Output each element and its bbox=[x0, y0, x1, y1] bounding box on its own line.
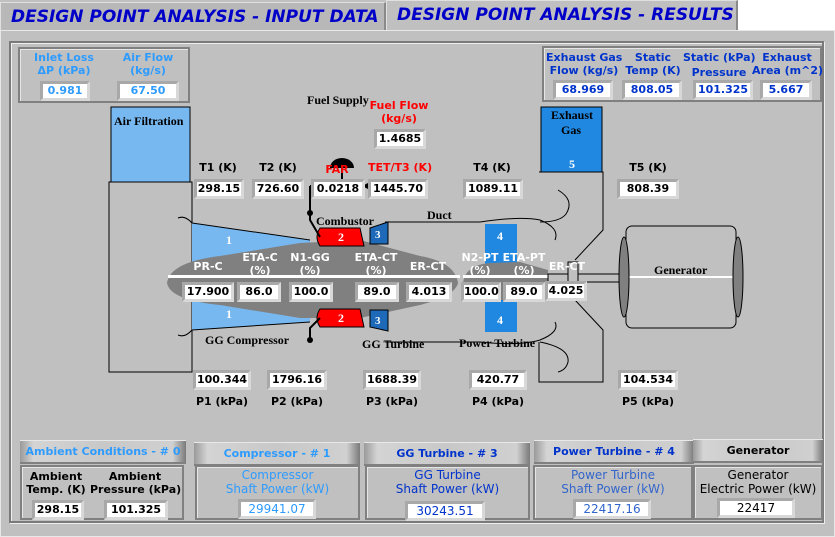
etapt-value: 89.0 bbox=[503, 282, 545, 302]
ambient-conditions-button[interactable]: Ambient Conditions - # 0 bbox=[20, 440, 186, 464]
power-turbine-power-value: 22417.16 bbox=[573, 499, 651, 519]
station-1-upper: 1 bbox=[226, 233, 232, 247]
generator-button[interactable]: Generator bbox=[693, 439, 823, 463]
far-label: FAR bbox=[325, 163, 349, 176]
station-2-lower: 2 bbox=[338, 311, 344, 325]
far-value: 0.0218 bbox=[311, 179, 365, 199]
t1-label: T1 (K) bbox=[199, 161, 237, 174]
etact-label: ETA-CT (%) bbox=[354, 251, 398, 277]
combustor-label: Combustor bbox=[316, 214, 375, 228]
exhaust-gas-label-1: Exhaust bbox=[551, 108, 593, 122]
station-5: 5 bbox=[569, 157, 575, 171]
gg-turbine-label: GG Turbine bbox=[362, 337, 425, 351]
p5-value: 104.534 bbox=[618, 370, 678, 390]
fuel-supply-label: Fuel Supply bbox=[307, 93, 369, 107]
ambient-temp-label: Ambient Temp. (K) bbox=[26, 470, 86, 496]
etac-value: 86.0 bbox=[237, 282, 281, 302]
p5-label: P5 (kPa) bbox=[621, 395, 675, 408]
station-3-lower: 3 bbox=[375, 315, 381, 327]
generator-label: Generator bbox=[654, 263, 708, 277]
exhaust-gas-label-2: Gas bbox=[561, 123, 581, 137]
generator-end-right bbox=[732, 236, 744, 318]
fuel-flow-value: 1.4685 bbox=[374, 129, 426, 149]
power-turbine-button[interactable]: Power Turbine - # 4 bbox=[534, 440, 694, 464]
etac-label: ETA-C (%) bbox=[242, 251, 278, 277]
station-3-upper: 3 bbox=[375, 229, 381, 241]
erpt-label: ER-CT bbox=[548, 260, 586, 273]
air-filtration-label: Air Filtration bbox=[114, 114, 184, 128]
t5-value: 808.39 bbox=[617, 179, 679, 199]
generator-power-label: Generator Electric Power (kW) bbox=[699, 468, 817, 496]
n2-label: N2-PT (%) bbox=[461, 251, 499, 277]
compressor-button[interactable]: Compressor - # 1 bbox=[194, 442, 360, 466]
compressor-power-value: 29941.07 bbox=[238, 499, 316, 519]
fuel-node-upper bbox=[307, 210, 313, 216]
fuel-flow-label: Fuel Flow (kg/s) bbox=[369, 99, 429, 125]
t5-label: T5 (K) bbox=[629, 161, 667, 174]
n1-value: 100.0 bbox=[289, 282, 333, 302]
erpt-value: 4.025 bbox=[545, 281, 587, 301]
duct-outline bbox=[385, 217, 557, 241]
p3-value: 1688.39 bbox=[363, 370, 421, 390]
exhaust-curve bbox=[539, 189, 570, 223]
station-4-lower: 4 bbox=[497, 313, 503, 327]
p1-label: P1 (kPa) bbox=[195, 395, 249, 408]
t2-label: T2 (K) bbox=[259, 161, 297, 174]
p1-value: 100.344 bbox=[193, 370, 251, 390]
ambient-pressure-label: Ambient Pressure (kPa) bbox=[90, 470, 182, 496]
etact-value: 89.0 bbox=[355, 282, 399, 302]
t4-label: T4 (K) bbox=[473, 161, 511, 174]
exhaust-curve-lower bbox=[539, 341, 569, 373]
p4-value: 420.77 bbox=[469, 370, 527, 390]
duct-label: Duct bbox=[427, 208, 452, 222]
generator-power-value: 22417 bbox=[717, 498, 795, 518]
generator-end-left bbox=[618, 236, 630, 318]
p4-label: P4 (kPa) bbox=[471, 395, 525, 408]
tet-value: 1445.70 bbox=[368, 179, 428, 199]
ambient-temp-value: 298.15 bbox=[32, 500, 84, 520]
gg-compressor-label: GG Compressor bbox=[205, 333, 290, 347]
t2-value: 726.60 bbox=[252, 179, 304, 199]
p2-value: 1796.16 bbox=[267, 370, 327, 390]
erct-value: 4.013 bbox=[406, 282, 452, 302]
erct-label: ER-CT bbox=[409, 260, 447, 273]
fuel-node-lower bbox=[307, 337, 313, 343]
p2-label: P2 (kPa) bbox=[270, 395, 324, 408]
etapt-label: ETA-PT (%) bbox=[502, 251, 546, 277]
compressor-power-label: Compressor Shaft Power (kW) bbox=[225, 468, 330, 496]
station-2-upper: 2 bbox=[338, 230, 344, 244]
t4-value: 1089.11 bbox=[463, 179, 523, 199]
p3-label: P3 (kPa) bbox=[365, 395, 419, 408]
prc-label: PR-C bbox=[193, 260, 223, 273]
ambient-pressure-value: 101.325 bbox=[104, 500, 168, 520]
gg-turbine-power-value: 30243.51 bbox=[405, 501, 485, 521]
prc-value: 17.900 bbox=[182, 282, 234, 302]
n1-label: N1-GG (%) bbox=[290, 251, 330, 277]
station-1-lower: 1 bbox=[226, 307, 232, 321]
n2-value: 100.0 bbox=[461, 282, 501, 302]
gg-turbine-button[interactable]: GG Turbine - # 3 bbox=[364, 442, 530, 466]
station-4-upper: 4 bbox=[497, 229, 503, 243]
power-turbine-power-label: Power Turbine Shaft Power (kW) bbox=[561, 468, 665, 496]
power-turbine-label: Power Turbine bbox=[459, 336, 536, 350]
t1-value: 298.15 bbox=[194, 179, 244, 199]
tet-label: TET/T3 (K) bbox=[368, 161, 433, 174]
gg-turbine-power-label: GG Turbine Shaft Power (kW) bbox=[395, 468, 500, 496]
